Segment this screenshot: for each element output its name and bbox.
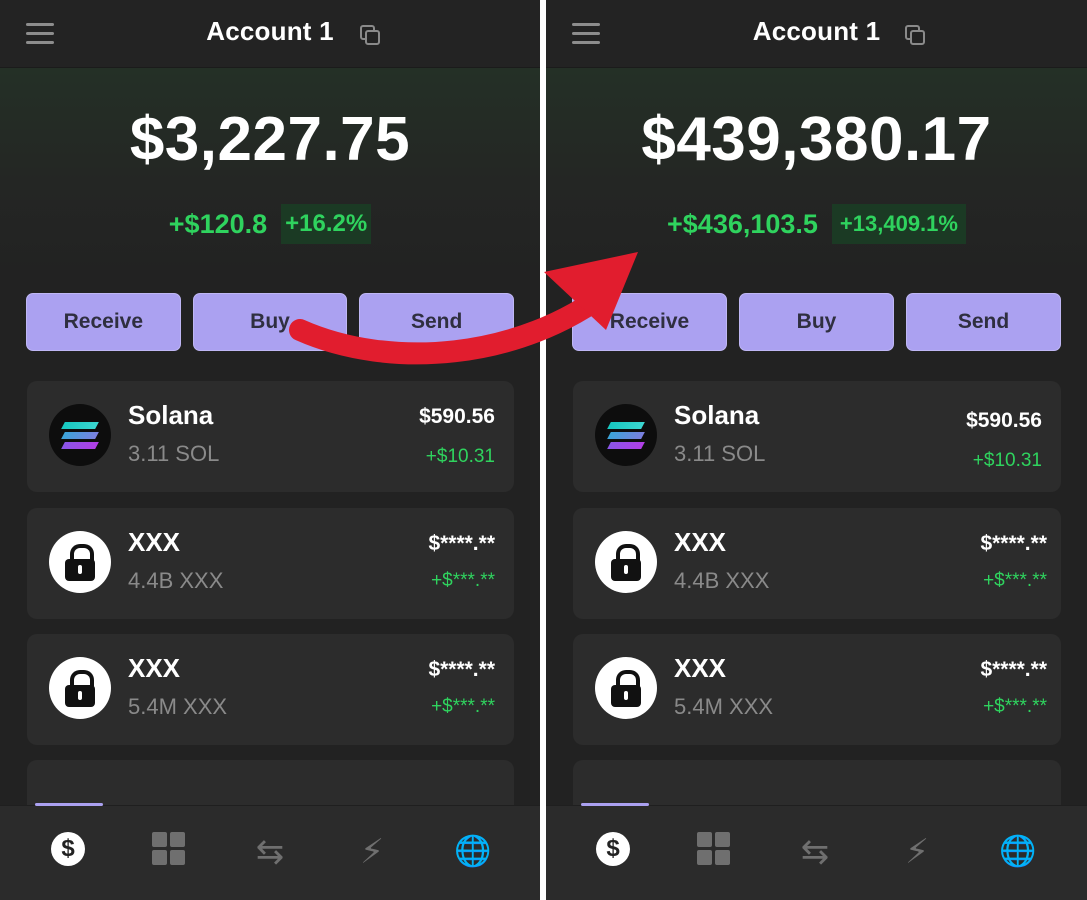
- action-buttons: Receive Buy Send: [572, 293, 1061, 351]
- globe-icon[interactable]: 🌐: [998, 832, 1038, 872]
- wallet-screen-before: Account 1 $3,227.75 +$120.8 +16.2% Recei…: [0, 0, 540, 900]
- receive-button[interactable]: Receive: [26, 293, 181, 351]
- token-name: XXX: [128, 527, 181, 557]
- token-amount: 5.4M XXX: [128, 694, 228, 719]
- globe-icon[interactable]: 🌐: [453, 832, 493, 872]
- token-row-hidden-1[interactable]: XXX 4.4B XXX $****.** +$***.**: [573, 508, 1061, 619]
- swap-icon[interactable]: ⇆: [795, 832, 835, 872]
- app-header: Account 1: [546, 0, 1087, 68]
- grid-icon[interactable]: [697, 832, 737, 872]
- nav-wallet[interactable]: $: [51, 832, 91, 872]
- total-balance: $3,227.75: [129, 105, 411, 174]
- lightning-icon[interactable]: ⚡: [352, 832, 392, 872]
- lock-icon: [595, 657, 657, 719]
- token-change: +$***.**: [431, 570, 495, 591]
- lock-icon: [595, 531, 657, 593]
- action-buttons: Receive Buy Send: [26, 293, 515, 351]
- token-amount: 5.4M XXX: [674, 694, 774, 719]
- token-change: +$10.31: [972, 450, 1042, 471]
- token-name: XXX: [674, 527, 727, 557]
- token-name: Solana: [674, 400, 760, 430]
- lightning-icon[interactable]: ⚡: [897, 832, 937, 872]
- grid-icon[interactable]: [152, 832, 192, 872]
- account-title[interactable]: Account 1: [0, 16, 540, 47]
- bottom-nav: $ ⇆ ⚡ 🌐: [0, 803, 540, 900]
- token-row-hidden-2[interactable]: XXX 5.4M XXX $****.** +$***.**: [27, 634, 514, 745]
- token-row-hidden-1[interactable]: XXX 4.4B XXX $****.** +$***.**: [27, 508, 514, 619]
- token-amount: 4.4B XXX: [128, 568, 224, 593]
- change-percent-badge: +13,409.1%: [831, 204, 966, 244]
- token-amount: 3.11 SOL: [674, 441, 766, 466]
- solana-icon: [595, 404, 657, 466]
- app-header: Account 1: [0, 0, 540, 68]
- token-amount: 3.11 SOL: [128, 441, 220, 466]
- token-row-solana[interactable]: Solana 3.11 SOL $590.56 +$10.31: [573, 381, 1061, 492]
- dollar-icon: $: [51, 832, 85, 866]
- token-value: $590.56: [966, 409, 1042, 432]
- bottom-nav: $ ⇆ ⚡ 🌐: [546, 803, 1087, 900]
- token-name: Solana: [128, 400, 214, 430]
- dollar-icon: $: [596, 832, 630, 866]
- token-value: $****.**: [980, 532, 1047, 555]
- token-value: $****.**: [428, 532, 495, 555]
- solana-icon: [49, 404, 111, 466]
- token-row-solana[interactable]: Solana 3.11 SOL $590.56 +$10.31: [27, 381, 514, 492]
- change-absolute: +$436,103.5: [667, 208, 818, 239]
- buy-button[interactable]: Buy: [192, 293, 348, 351]
- lock-icon: [49, 657, 111, 719]
- copy-icon[interactable]: [905, 25, 925, 45]
- send-button[interactable]: Send: [359, 293, 515, 351]
- token-change: +$***.**: [983, 570, 1047, 591]
- total-balance: $439,380.17: [641, 105, 992, 174]
- token-amount: 4.4B XXX: [674, 568, 770, 593]
- token-name: XXX: [128, 653, 181, 683]
- swap-icon[interactable]: ⇆: [250, 832, 290, 872]
- lock-icon: [49, 531, 111, 593]
- active-tab-indicator: [581, 803, 649, 806]
- token-change: +$***.**: [983, 696, 1047, 717]
- receive-button[interactable]: Receive: [572, 293, 727, 351]
- copy-icon[interactable]: [360, 25, 380, 45]
- send-button[interactable]: Send: [906, 293, 1061, 351]
- account-title[interactable]: Account 1: [546, 16, 1087, 47]
- nav-wallet[interactable]: $: [596, 832, 636, 872]
- token-change: +$***.**: [431, 696, 495, 717]
- token-value: $****.**: [428, 658, 495, 681]
- change-absolute: +$120.8: [168, 208, 268, 239]
- change-percent-badge: +16.2%: [281, 204, 372, 244]
- balance-change: +$120.8 +16.2%: [0, 204, 540, 244]
- buy-button[interactable]: Buy: [739, 293, 894, 351]
- wallet-screen-after: Account 1 $439,380.17 +$436,103.5 +13,40…: [546, 0, 1087, 900]
- balance-change: +$436,103.5 +13,409.1%: [546, 204, 1087, 244]
- active-tab-indicator: [35, 803, 103, 806]
- token-value: $590.56: [419, 405, 495, 428]
- token-change: +$10.31: [425, 446, 495, 467]
- token-value: $****.**: [980, 658, 1047, 681]
- token-row-hidden-2[interactable]: XXX 5.4M XXX $****.** +$***.**: [573, 634, 1061, 745]
- token-name: XXX: [674, 653, 727, 683]
